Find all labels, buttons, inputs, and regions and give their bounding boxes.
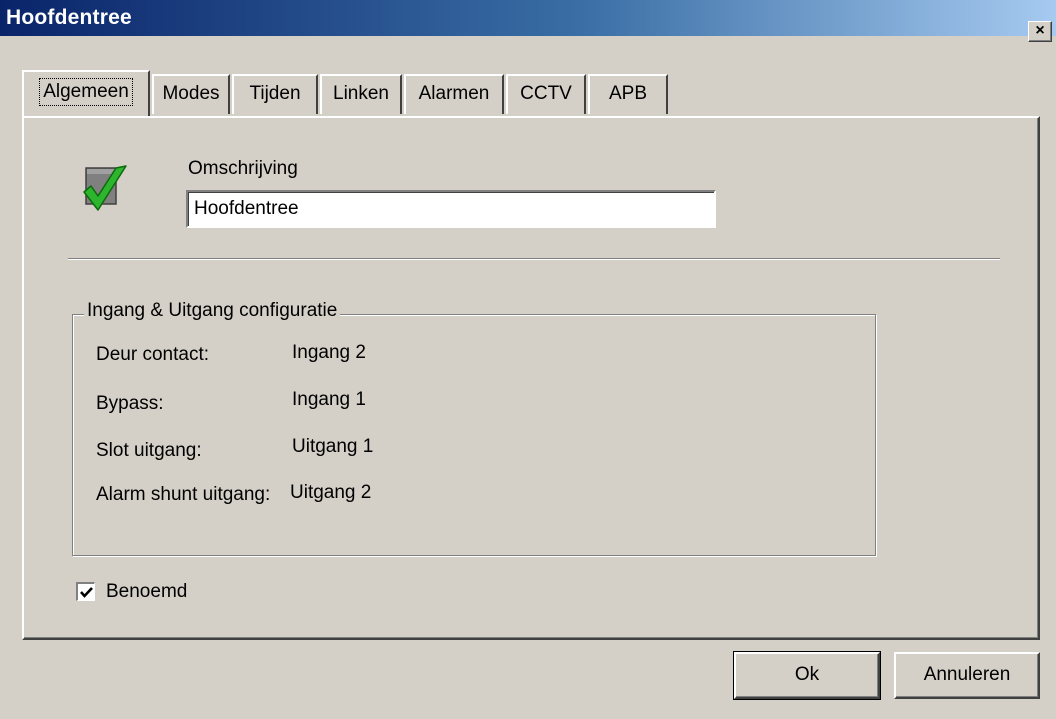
tab-label: Alarmen <box>418 83 490 104</box>
checkmark-icon <box>80 587 93 598</box>
benoemd-checkbox[interactable] <box>76 582 95 601</box>
tab-modes[interactable]: Modes <box>152 74 230 114</box>
io-config-legend: Ingang & Uitgang configuratie <box>84 300 341 322</box>
alarm-shunt-value: Uitgang 2 <box>290 482 372 503</box>
tab-linken[interactable]: Linken <box>320 74 402 114</box>
title-bar: Hoofdentree <box>0 0 1056 36</box>
tab-label: Linken <box>333 83 389 104</box>
tab-label: APB <box>608 83 648 104</box>
tab-label: Tijden <box>249 83 301 104</box>
tab-alarmen[interactable]: Alarmen <box>404 74 504 114</box>
slot-uitgang-value: Uitgang 1 <box>292 436 374 457</box>
deur-contact-value: Ingang 2 <box>292 342 366 363</box>
tab-label: Modes <box>162 83 220 104</box>
bypass-value: Ingang 1 <box>292 389 366 410</box>
close-button[interactable]: × <box>1028 21 1052 42</box>
ok-button-label: Ok <box>794 664 820 685</box>
cancel-button[interactable]: Annuleren <box>894 652 1040 699</box>
slot-uitgang-label: Slot uitgang: <box>96 440 202 461</box>
ok-button[interactable]: Ok <box>733 651 881 700</box>
description-label: Omschrijving <box>188 158 298 179</box>
deur-contact-label: Deur contact: <box>96 344 209 365</box>
description-input[interactable] <box>186 190 716 228</box>
checked-box-icon <box>83 165 127 211</box>
close-icon: × <box>1035 22 1045 39</box>
bypass-label: Bypass: <box>96 393 164 414</box>
tab-algemeen[interactable]: Algemeen <box>22 70 150 116</box>
tab-tijden[interactable]: Tijden <box>232 74 318 114</box>
window-title: Hoofdentree <box>6 6 132 29</box>
tab-apb[interactable]: APB <box>588 74 668 114</box>
separator-line <box>68 258 1000 260</box>
alarm-shunt-label: Alarm shunt uitgang: <box>96 484 271 505</box>
cancel-button-label: Annuleren <box>923 664 1011 685</box>
tab-cctv[interactable]: CCTV <box>506 74 586 114</box>
benoemd-label[interactable]: Benoemd <box>106 581 187 603</box>
tab-label: CCTV <box>520 83 572 104</box>
tab-label: Algemeen <box>39 78 133 106</box>
